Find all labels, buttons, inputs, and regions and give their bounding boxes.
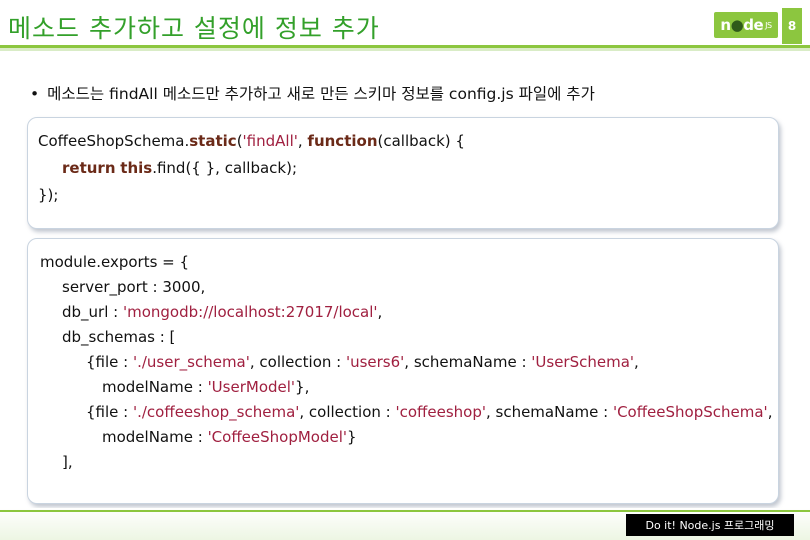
- bullet-text: • 메소드는 findAll 메소드만 추가하고 새로 만든 스키마 정보를 co…: [30, 82, 595, 104]
- code-line: {file : './coffeeshop_schema', collectio…: [86, 403, 773, 421]
- code-block-config: module.exports = { server_port : 3000, d…: [27, 238, 779, 504]
- slide-title: 메소드 추가하고 설정에 정보 추가: [8, 14, 380, 43]
- footer-book-title: Do it! Node.js 프로그래밍: [626, 514, 794, 536]
- code-line: });: [38, 186, 59, 204]
- code-block-schema-method: CoffeeShopSchema.static('findAll', funct…: [27, 117, 779, 229]
- code-line: server_port : 3000,: [62, 278, 206, 296]
- page-number: 8: [782, 8, 802, 44]
- bullet-marker: •: [30, 85, 40, 103]
- code-line: module.exports = {: [40, 253, 190, 271]
- bullet-label: 메소드는 findAll 메소드만 추가하고 새로 만든 스키마 정보를 con…: [47, 85, 595, 103]
- code-line: {file : './user_schema', collection : 'u…: [86, 353, 639, 371]
- code-line: modelName : 'UserModel'},: [102, 378, 310, 396]
- code-line: modelName : 'CoffeeShopModel'}: [102, 428, 357, 446]
- code-line: return this.find({ }, callback);: [62, 159, 298, 177]
- code-line: db_schemas : [: [62, 328, 176, 346]
- nodejs-logo: n●de JS: [714, 12, 778, 38]
- code-line: db_url : 'mongodb://localhost:27017/loca…: [62, 303, 383, 321]
- logo-text: n●de JS: [720, 16, 772, 34]
- footer-divider: [0, 510, 810, 512]
- code-line: ],: [62, 453, 73, 471]
- code-line: CoffeeShopSchema.static('findAll', funct…: [38, 132, 465, 150]
- header-divider: [0, 45, 810, 51]
